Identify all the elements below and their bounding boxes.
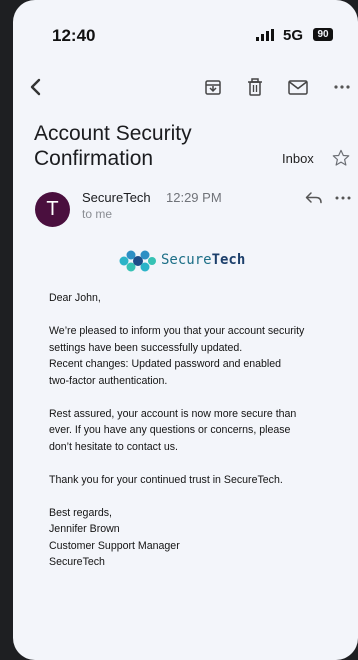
logo-mark-icon bbox=[119, 250, 156, 272]
recipient-label[interactable]: to me bbox=[82, 207, 112, 221]
email-body: Dear John, We’re pleased to inform you t… bbox=[49, 290, 345, 587]
avatar[interactable]: T bbox=[35, 192, 70, 227]
logo-text-secure: Secure bbox=[161, 252, 212, 268]
signal-icon bbox=[256, 29, 274, 41]
body-line: ever. If you have any questions or conce… bbox=[49, 424, 291, 436]
archive-icon[interactable] bbox=[202, 76, 224, 98]
greeting: Dear John, bbox=[49, 292, 101, 304]
body-line: We’re pleased to inform you that your ac… bbox=[49, 325, 305, 337]
message-more-icon[interactable] bbox=[334, 190, 352, 206]
logo-text: SecureTech bbox=[161, 252, 245, 268]
sent-time: 12:29 PM bbox=[166, 190, 222, 205]
body-paragraph-2: Rest assured, your account is now more s… bbox=[49, 406, 345, 456]
reply-icon[interactable] bbox=[304, 190, 324, 206]
signature-company: SecureTech bbox=[49, 556, 105, 568]
inbox-label[interactable]: Inbox bbox=[282, 151, 314, 166]
star-icon[interactable] bbox=[332, 149, 350, 167]
body-line: settings have been successfully updated. bbox=[49, 341, 243, 354]
status-bar: 12:40 5G 90 bbox=[13, 0, 358, 70]
body-line: Recent changes: Updated password and ena… bbox=[49, 358, 282, 370]
securetech-logo: SecureTech bbox=[117, 248, 267, 274]
sender-name[interactable]: SecureTech bbox=[82, 190, 151, 205]
status-time: 12:40 bbox=[52, 26, 96, 45]
signature: Best regards, Jennifer Brown Customer Su… bbox=[49, 505, 345, 571]
body-line: don’t hesitate to contact us. bbox=[49, 440, 178, 453]
logo-text-tech: Tech bbox=[211, 252, 246, 268]
trash-icon[interactable] bbox=[244, 76, 266, 98]
email-subject: Account Security Confirmation bbox=[34, 122, 192, 170]
body-paragraph-3: Thank you for your continued trust in Se… bbox=[49, 473, 283, 486]
mail-icon[interactable] bbox=[287, 76, 309, 98]
network-label: 5G bbox=[283, 27, 304, 44]
battery-icon: 90 bbox=[313, 28, 333, 41]
signature-title: Customer Support Manager bbox=[49, 539, 180, 552]
body-line: two-factor authentication. bbox=[49, 374, 168, 387]
phone-screen: 12:40 5G 90 Account Security Confirmatio… bbox=[13, 0, 358, 660]
signature-name: Jennifer Brown bbox=[49, 523, 120, 535]
back-button[interactable] bbox=[25, 76, 47, 98]
closing: Best regards, bbox=[49, 506, 113, 519]
body-paragraph-1: We’re pleased to inform you that your ac… bbox=[49, 323, 345, 389]
more-horizontal-icon[interactable] bbox=[331, 76, 353, 98]
email-toolbar bbox=[13, 70, 358, 106]
body-line: Rest assured, your account is now more s… bbox=[49, 407, 297, 420]
